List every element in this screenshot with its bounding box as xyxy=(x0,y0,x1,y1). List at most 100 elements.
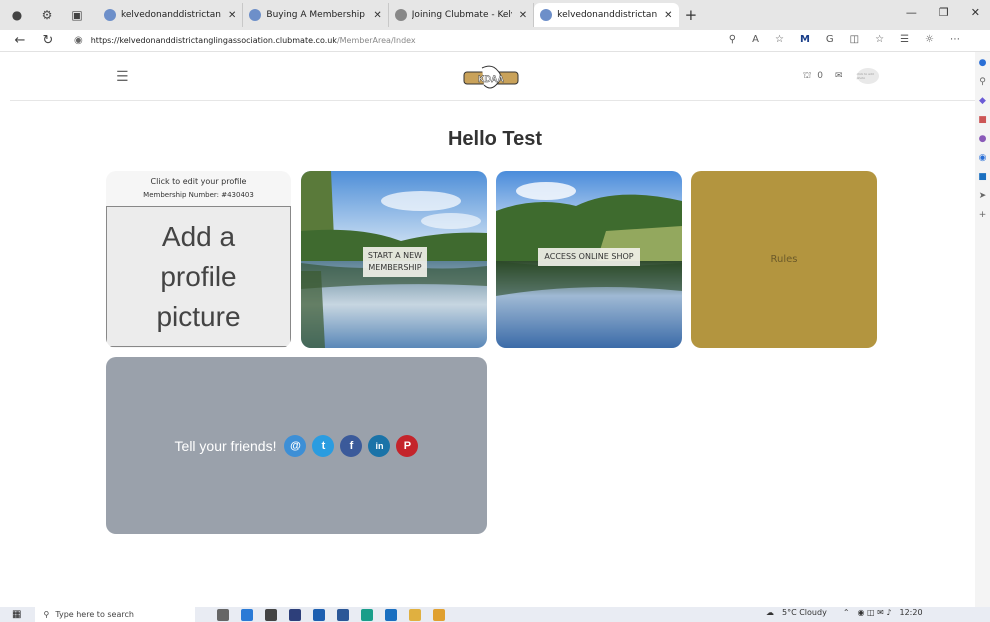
browser-tab-active[interactable]: kelvedonanddistrictanglingasso ✕ xyxy=(534,3,679,27)
tab-actions-icon[interactable]: ▣ xyxy=(68,6,86,24)
online-shop-tile[interactable]: ACCESS ONLINE SHOP xyxy=(496,171,682,348)
bell-icon[interactable]: ● xyxy=(979,58,987,68)
workspaces-icon[interactable]: ⚙ xyxy=(38,6,56,24)
profile-icon[interactable]: ● xyxy=(8,6,26,24)
more-menu-icon[interactable]: ⋯ xyxy=(950,34,960,45)
browser-tab[interactable]: Buying A Membership Guide | Cl ✕ xyxy=(243,3,389,27)
kdaa-logo[interactable]: KDAA xyxy=(462,63,520,93)
address-bar-actions: ⚲ A ☆ M G ◫ ☆ ☰ ☼ ⋯ xyxy=(729,34,960,45)
favicon-icon xyxy=(540,9,553,21)
tray-chevron-icon[interactable]: ⌃ xyxy=(843,608,850,617)
twitter-share-icon[interactable]: t xyxy=(312,434,335,457)
minimize-icon[interactable]: — xyxy=(906,6,917,19)
vscode-icon[interactable] xyxy=(241,608,254,621)
windows-start-icon[interactable]: ▦ xyxy=(12,609,21,620)
favicon-icon xyxy=(249,9,262,21)
new-tab-button[interactable]: + xyxy=(685,6,698,24)
edit-profile-link[interactable]: Click to edit your profile xyxy=(106,177,291,186)
weather-text: 5°C Cloudy xyxy=(782,608,827,617)
tab-title: Joining Clubmate - Kelvedon Dis xyxy=(411,10,512,20)
windows-taskbar: ▦ ⚲ Type here to search ☁ 5°C Cloudy ⌃ ◉… xyxy=(0,607,990,622)
favorites-icon[interactable]: ☆ xyxy=(875,34,884,45)
close-tab-icon[interactable]: ✕ xyxy=(228,10,236,21)
word-icon[interactable] xyxy=(337,608,350,621)
profile-picture-line: Add a xyxy=(161,220,236,252)
close-tab-icon[interactable]: ✕ xyxy=(519,10,527,21)
tools-icon[interactable]: ■ xyxy=(978,115,987,125)
close-tab-icon[interactable]: ✕ xyxy=(373,10,381,21)
back-arrow-icon[interactable]: ← xyxy=(12,33,28,48)
mail-icon[interactable]: ✉ xyxy=(835,71,843,81)
task-view-icon[interactable] xyxy=(217,608,230,621)
avatar[interactable]: click to add photo xyxy=(856,68,879,84)
profile-card[interactable]: Click to edit your profile Membership Nu… xyxy=(106,171,291,348)
email-share-icon[interactable]: @ xyxy=(284,434,307,457)
close-window-icon[interactable]: ✕ xyxy=(971,6,980,19)
zoom-icon[interactable]: ⚲ xyxy=(729,34,736,45)
membership-number: Membership Number: #430403 xyxy=(143,191,254,199)
share-card: Tell your friends! @ t f in P xyxy=(106,357,487,534)
basket-icon[interactable]: ⛫ xyxy=(803,71,811,82)
rules-tile[interactable]: Rules xyxy=(691,171,877,348)
chrome-icon[interactable] xyxy=(433,608,446,621)
url-path: /MemberArea/Index xyxy=(336,36,416,45)
store-icon[interactable] xyxy=(265,608,278,621)
search-icon[interactable]: ⚲ xyxy=(979,77,986,87)
url-host: https://kelvedonanddistrictanglingassoci… xyxy=(90,36,337,45)
share-text: Tell your friends! xyxy=(174,437,277,454)
tab-title: kelvedonanddistrictanglingasso xyxy=(121,10,221,20)
online-shop-label: ACCESS ONLINE SHOP xyxy=(538,248,640,266)
tray-icons[interactable]: ◉ ◫ ✉ ♪ xyxy=(858,608,892,617)
app-icon[interactable] xyxy=(289,608,302,621)
app-icon[interactable] xyxy=(313,608,326,621)
split-screen-icon[interactable]: ◫ xyxy=(850,34,859,45)
browser-tab[interactable]: kelvedonanddistrictanglingasso ✕ xyxy=(98,3,244,27)
address-bar: ← ↻ ◉ https://kelvedonanddistrictangling… xyxy=(0,30,990,52)
outlook-icon[interactable] xyxy=(385,608,398,621)
outlook-icon[interactable]: ■ xyxy=(978,172,987,182)
browser-tab[interactable]: Joining Clubmate - Kelvedon Dis ✕ xyxy=(389,3,535,27)
weather-icon[interactable]: ☁ xyxy=(766,608,774,617)
restore-icon[interactable]: ❐ xyxy=(939,6,949,19)
collections-icon[interactable]: ☰ xyxy=(900,34,909,45)
page-title: Hello Test xyxy=(447,128,543,150)
tab-title: Buying A Membership Guide | Cl xyxy=(266,10,366,20)
site-header: ☰ KDAA ⛫ 0 ✉ click to add photo xyxy=(10,53,975,101)
facebook-share-icon[interactable]: f xyxy=(340,434,363,457)
clock[interactable]: 12:20 xyxy=(900,608,923,617)
edge-icon[interactable] xyxy=(361,608,374,621)
new-membership-label: START A NEW MEMBERSHIP xyxy=(363,247,427,277)
pinterest-share-icon[interactable]: P xyxy=(396,434,419,457)
add-sidebar-icon[interactable]: + xyxy=(979,210,987,220)
system-tray: ☁ 5°C Cloudy ⌃ ◉ ◫ ✉ ♪ 12:20 xyxy=(766,608,923,617)
taskbar-apps xyxy=(217,608,446,621)
search-placeholder: Type here to search xyxy=(55,610,134,619)
shopping-icon[interactable]: ◆ xyxy=(979,96,986,106)
favicon-icon xyxy=(394,9,407,21)
add-profile-picture[interactable]: Add a profile picture xyxy=(106,206,291,347)
copilot-icon[interactable]: ☼ xyxy=(925,34,934,45)
extension-c-icon[interactable]: G xyxy=(826,34,834,45)
url-field[interactable]: https://kelvedonanddistrictanglingassoci… xyxy=(91,36,416,45)
logo-text: KDAA xyxy=(478,74,504,84)
favicon-icon xyxy=(104,9,116,21)
refresh-icon[interactable]: ↻ xyxy=(40,33,56,48)
favorite-star-icon[interactable]: ☆ xyxy=(775,34,784,45)
window-controls: — ❐ ✕ xyxy=(906,6,980,19)
read-aloud-icon[interactable]: A xyxy=(752,34,759,45)
new-membership-tile[interactable]: START A NEW MEMBERSHIP xyxy=(301,171,487,348)
profile-picture-line: profile xyxy=(160,260,237,292)
browser-tab-bar: ● ⚙ ▣ kelvedonanddistrictanglingasso ✕ B… xyxy=(0,0,990,30)
send-icon[interactable]: ➤ xyxy=(979,191,987,201)
header-actions: ⛫ 0 ✉ click to add photo xyxy=(803,68,879,84)
menu-icon[interactable]: ☰ xyxy=(116,69,129,85)
linkedin-share-icon[interactable]: in xyxy=(368,434,391,457)
files-icon[interactable] xyxy=(409,608,422,621)
taskbar-search[interactable]: ⚲ Type here to search xyxy=(35,607,196,622)
close-tab-icon[interactable]: ✕ xyxy=(664,10,672,21)
lock-icon[interactable]: ◉ xyxy=(74,35,83,46)
office-icon[interactable]: ◉ xyxy=(979,153,987,163)
basket-count: 0 xyxy=(817,71,824,81)
label-line: MEMBERSHIP xyxy=(368,263,422,272)
extension-icon[interactable]: M xyxy=(800,34,810,45)
